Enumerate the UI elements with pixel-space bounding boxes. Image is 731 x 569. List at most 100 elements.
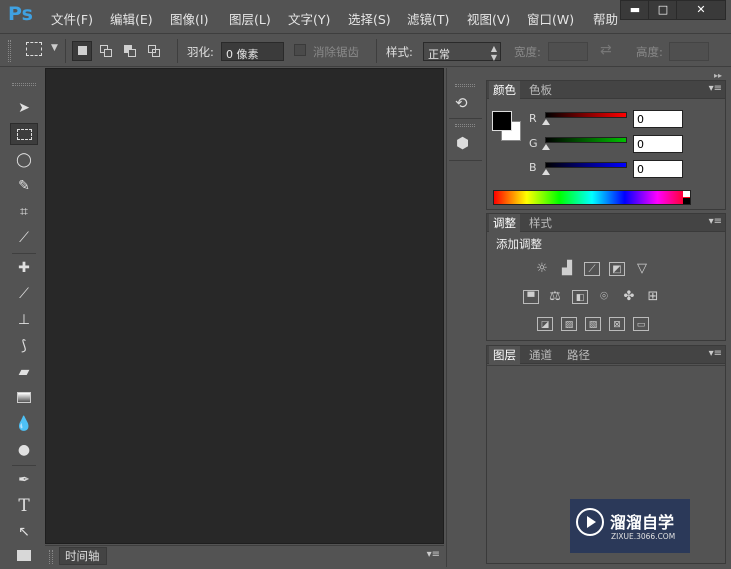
type-tool-icon[interactable]: T — [10, 495, 38, 517]
levels-icon[interactable]: ▟ — [559, 262, 575, 276]
intersect-selection-button[interactable] — [144, 41, 164, 61]
photo-filter-icon[interactable]: ⌾ — [596, 290, 612, 304]
eraser-tool-icon[interactable]: ▰ — [10, 361, 38, 383]
spectrum-white-chip[interactable] — [683, 191, 690, 197]
foreground-color-swatch[interactable] — [492, 111, 512, 131]
menu-view[interactable]: 视图(V) — [467, 9, 510, 28]
healing-brush-tool-icon[interactable]: ✚ — [10, 257, 38, 279]
select-arrows-icon: ▲ ▼ — [490, 44, 497, 62]
channel-r-slider[interactable] — [545, 112, 627, 118]
pen-tool-icon[interactable]: ✒ — [10, 469, 38, 491]
threshold-icon[interactable]: ▧ — [585, 317, 601, 331]
black-white-icon[interactable]: ◧ — [572, 290, 588, 304]
tab-layers[interactable]: 图层 — [489, 346, 520, 364]
panel-menu-icon[interactable]: ▾≡ — [427, 549, 440, 560]
gradient-tool-icon[interactable] — [10, 387, 38, 409]
vibrance-icon[interactable]: ▽ — [634, 262, 650, 276]
selective-color-icon[interactable]: ⊠ — [609, 317, 625, 331]
exposure-icon[interactable]: ◩ — [609, 262, 625, 276]
spectrum-black-chip[interactable] — [683, 198, 690, 204]
subtract-selection-button[interactable] — [120, 41, 140, 61]
channel-mixer-icon[interactable]: ✤ — [621, 290, 637, 304]
history-panel-icon[interactable]: ⟲ — [455, 94, 468, 112]
tab-channels[interactable]: 通道 — [525, 346, 556, 364]
channel-b-slider[interactable] — [545, 162, 627, 168]
gradient-map-icon[interactable]: ▭ — [633, 317, 649, 331]
feather-input[interactable]: 0 像素 — [221, 42, 284, 61]
properties-3d-icon[interactable]: ⬢ — [456, 134, 469, 152]
quick-select-tool-icon[interactable]: ✎ — [10, 175, 38, 197]
channel-g-input[interactable]: 0 — [633, 135, 683, 153]
tab-color[interactable]: 颜色 — [489, 81, 520, 99]
expand-panels-icon[interactable]: ▸▸ — [714, 71, 722, 80]
divider — [449, 118, 482, 119]
menu-help[interactable]: 帮助 — [593, 9, 618, 28]
history-brush-tool-icon[interactable]: ⟆ — [10, 335, 38, 357]
dock-grip[interactable] — [455, 84, 475, 87]
lasso-tool-icon[interactable]: ◯ — [10, 149, 38, 171]
menu-type[interactable]: 文字(Y) — [288, 9, 330, 28]
menu-file[interactable]: 文件(F) — [51, 9, 93, 28]
curves-icon[interactable]: ⟋ — [584, 262, 600, 276]
document-canvas-area[interactable] — [45, 68, 444, 544]
color-balance-icon[interactable]: ⚖ — [547, 290, 563, 304]
tools-panel: ➤ ◯ ✎ ⌗ ⟋ ✚ ⟋ ⊥ ⟆ ▰ 💧 ● ✒ T ↖ — [6, 68, 40, 567]
tab-swatches[interactable]: 色板 — [525, 81, 556, 99]
brightness-contrast-icon[interactable]: ☼ — [534, 262, 550, 276]
brush-tool-icon[interactable]: ⟋ — [10, 283, 38, 305]
menu-select[interactable]: 选择(S) — [348, 9, 391, 28]
eyedropper-tool-icon[interactable]: ⟋ — [10, 227, 38, 249]
add-selection-button[interactable] — [96, 41, 116, 61]
rect-marquee-tool-icon[interactable] — [10, 123, 38, 145]
color-spectrum-bar[interactable] — [493, 190, 691, 205]
close-button[interactable]: ✕ — [676, 0, 726, 20]
menu-filter[interactable]: 滤镜(T) — [407, 9, 449, 28]
menu-edit[interactable]: 编辑(E) — [110, 9, 153, 28]
antialias-checkbox[interactable] — [294, 44, 306, 56]
maximize-button[interactable]: □ — [648, 0, 678, 20]
tab-timeline[interactable]: 时间轴 — [59, 547, 107, 565]
menu-image[interactable]: 图像(I) — [170, 9, 208, 28]
preset-dropdown-icon[interactable]: ▼ — [51, 43, 58, 53]
channel-b-input[interactable]: 0 — [633, 160, 683, 178]
new-selection-icon — [78, 46, 87, 55]
invert-icon[interactable]: ◪ — [537, 317, 553, 331]
dodge-tool-icon[interactable]: ● — [10, 439, 38, 461]
dock-grip[interactable] — [455, 124, 475, 127]
clone-stamp-tool-icon[interactable]: ⊥ — [10, 309, 38, 331]
posterize-icon[interactable]: ▨ — [561, 317, 577, 331]
hue-saturation-icon[interactable]: ▀ — [523, 290, 539, 304]
channel-r-thumb[interactable] — [542, 119, 550, 125]
crop-tool-icon[interactable]: ⌗ — [10, 201, 38, 223]
channel-g-slider[interactable] — [545, 137, 627, 143]
new-selection-button[interactable] — [72, 41, 92, 61]
options-bar: ▼ 羽化: 0 像素 消除锯齿 样式: 正常 ▲ ▼ 宽度: ⇄ 高度: — [0, 35, 731, 67]
adjustments-panel: 调整 样式 ▾≡ 添加调整 ☼ ▟ ⟋ ◩ ▽ ▀ ⚖ ◧ ⌾ ✤ ⊞ ◪ ▨ … — [486, 213, 726, 341]
path-selection-tool-icon[interactable]: ↖ — [10, 521, 38, 543]
panel-menu-icon[interactable]: ▾≡ — [709, 348, 722, 359]
tab-paths[interactable]: 路径 — [563, 346, 594, 364]
rect-marquee-preset-icon[interactable] — [26, 42, 42, 56]
menu-layer[interactable]: 图层(L) — [229, 9, 271, 28]
channel-r-input[interactable]: 0 — [633, 110, 683, 128]
channel-g-thumb[interactable] — [542, 144, 550, 150]
options-grip[interactable] — [8, 40, 11, 62]
move-tool-icon[interactable]: ➤ — [10, 97, 38, 119]
toolbar-grip[interactable] — [12, 83, 36, 86]
rectangle-shape-tool-icon[interactable] — [10, 545, 38, 567]
width-label: 宽度: — [514, 45, 541, 59]
tab-styles[interactable]: 样式 — [525, 214, 556, 232]
feather-label: 羽化: — [187, 45, 214, 59]
color-lookup-icon[interactable]: ⊞ — [645, 290, 661, 304]
style-select[interactable]: 正常 ▲ ▼ — [423, 42, 501, 62]
watermark-title: 溜溜自学 — [610, 513, 675, 532]
minimize-button[interactable]: ▬ — [620, 0, 650, 20]
menu-window[interactable]: 窗口(W) — [527, 9, 574, 28]
divider — [376, 39, 377, 63]
panel-menu-icon[interactable]: ▾≡ — [709, 83, 722, 94]
tab-adjustments[interactable]: 调整 — [489, 214, 520, 232]
timeline-grip[interactable] — [49, 550, 53, 564]
channel-b-thumb[interactable] — [542, 169, 550, 175]
panel-menu-icon[interactable]: ▾≡ — [709, 216, 722, 227]
blur-tool-icon[interactable]: 💧 — [10, 413, 38, 435]
